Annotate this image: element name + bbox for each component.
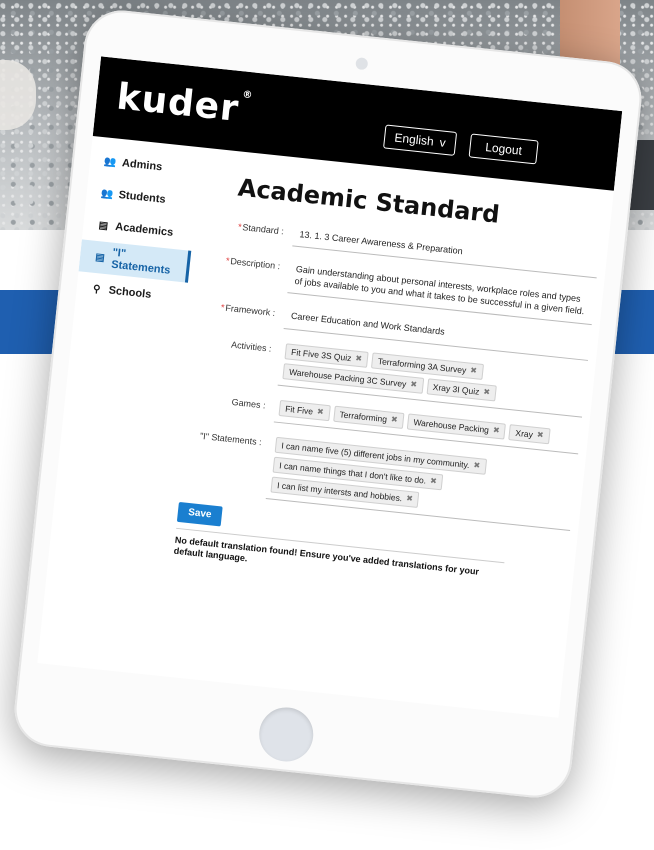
remove-tag-icon[interactable]: ✖ bbox=[492, 425, 500, 435]
tablet-device: kuder® English v Logout 👥 Admins 👥 Stude… bbox=[10, 6, 646, 802]
logo-text: kuder bbox=[114, 76, 241, 130]
pin-icon: ⚲ bbox=[92, 283, 101, 296]
tablet-screen: kuder® English v Logout 👥 Admins 👥 Stude… bbox=[37, 56, 623, 718]
game-tag: Terraforming ✖ bbox=[332, 405, 405, 429]
games-label: Games : bbox=[231, 396, 267, 411]
activities-label: Activities : bbox=[230, 339, 273, 354]
game-tag: Warehouse Packing ✖ bbox=[406, 413, 507, 440]
game-tag: Xray ✖ bbox=[508, 423, 551, 444]
remove-tag-icon[interactable]: ✖ bbox=[317, 407, 325, 417]
remove-tag-icon[interactable]: ✖ bbox=[470, 366, 478, 376]
main-content: Academic Standard *Standard : 13. 1. 3 C… bbox=[169, 164, 604, 598]
game-tag: Fit Five ✖ bbox=[278, 399, 331, 421]
registered-mark: ® bbox=[241, 89, 254, 102]
remove-tag-icon[interactable]: ✖ bbox=[483, 387, 491, 397]
people-icon: 👥 bbox=[103, 155, 118, 169]
list-icon: ▤ bbox=[98, 219, 109, 232]
people-icon: 👥 bbox=[100, 187, 114, 200]
description-label: *Description : bbox=[225, 255, 281, 272]
activity-tag: Xray 3I Quiz ✖ bbox=[426, 377, 497, 402]
remove-tag-icon[interactable]: ✖ bbox=[473, 461, 481, 471]
statements-label: "I" Statements : bbox=[199, 430, 263, 447]
translation-warning: No default translation found! Ensure you… bbox=[173, 527, 505, 593]
remove-tag-icon[interactable]: ✖ bbox=[430, 476, 438, 486]
sidebar-item-label: Schools bbox=[108, 284, 152, 301]
shoe-left-image bbox=[0, 60, 36, 130]
remove-tag-icon[interactable]: ✖ bbox=[536, 430, 544, 440]
standard-label: *Standard : bbox=[237, 221, 285, 237]
framework-label: *Framework : bbox=[220, 302, 276, 319]
remove-tag-icon[interactable]: ✖ bbox=[391, 415, 399, 425]
remove-tag-icon[interactable]: ✖ bbox=[410, 380, 418, 390]
logout-button[interactable]: Logout bbox=[468, 133, 539, 165]
sidebar-item-label: Admins bbox=[121, 157, 163, 174]
language-select[interactable]: English v bbox=[383, 124, 458, 156]
sidebar: 👥 Admins 👥 Students ▤ Academics ▤ "I" St… bbox=[75, 144, 201, 315]
remove-tag-icon[interactable]: ✖ bbox=[355, 354, 363, 364]
chevron-down-icon: v bbox=[438, 135, 447, 150]
save-button[interactable]: Save bbox=[176, 501, 223, 527]
sidebar-item-label: "I" Statements bbox=[110, 246, 171, 277]
language-label: English bbox=[393, 130, 435, 149]
list-icon: ▤ bbox=[94, 251, 106, 264]
kuder-logo[interactable]: kuder® bbox=[115, 76, 254, 131]
sidebar-item-label: Students bbox=[118, 189, 167, 206]
remove-tag-icon[interactable]: ✖ bbox=[406, 494, 414, 504]
sidebar-item-label: Academics bbox=[114, 220, 174, 239]
